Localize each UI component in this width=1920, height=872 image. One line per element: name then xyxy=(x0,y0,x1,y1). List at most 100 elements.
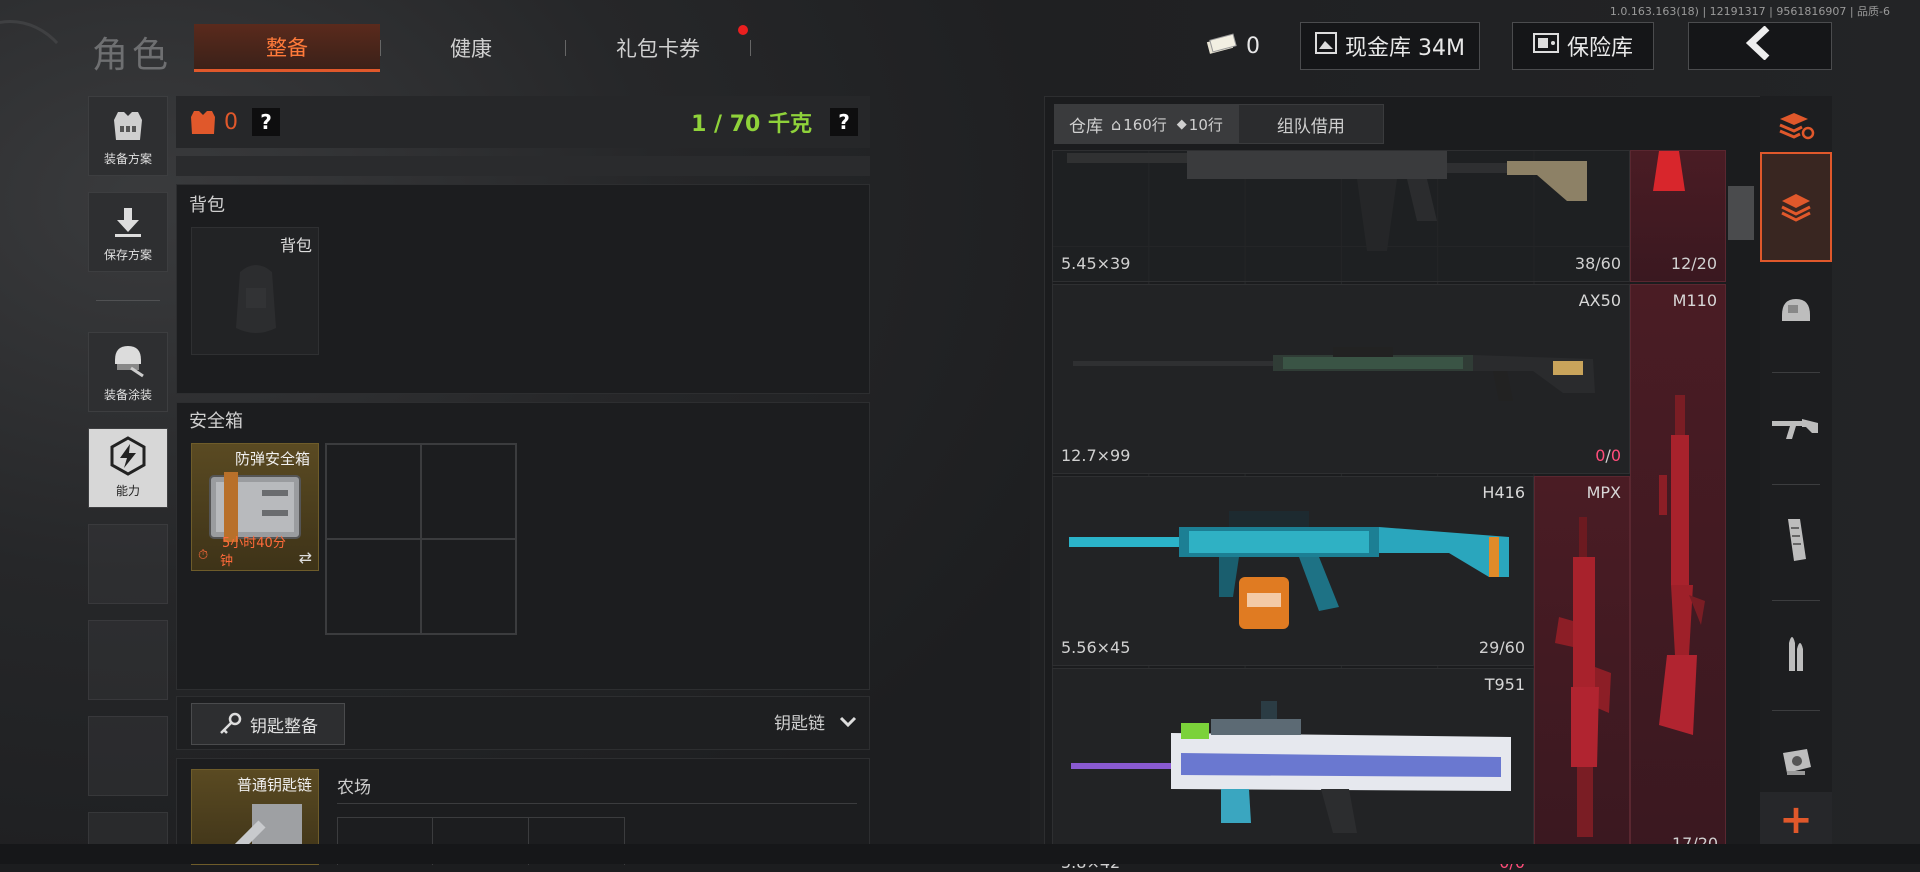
sort-button[interactable] xyxy=(1760,96,1832,154)
sidebar-item-ability[interactable]: 能力 xyxy=(88,428,168,508)
category-rifle[interactable] xyxy=(1760,388,1832,468)
item-ammo-loaded: 0 xyxy=(1595,446,1606,465)
notification-dot xyxy=(738,25,748,35)
key-equip-label: 钥匙整备 xyxy=(250,716,318,737)
sidebar-empty-slot xyxy=(88,620,168,700)
assault-rifle-icon xyxy=(1069,511,1509,629)
armor-value: 0 xyxy=(224,109,238,135)
item-ammo-count: 0/0 xyxy=(1595,446,1621,465)
sniper-rifle-icon xyxy=(1073,347,1595,401)
ticket-icon: ◆ xyxy=(1176,116,1187,132)
safebox-grid-cell[interactable] xyxy=(326,539,421,634)
safebox-grid-cell[interactable] xyxy=(421,444,516,539)
layers-refresh-icon xyxy=(1779,113,1815,140)
sidebar-item-paint[interactable]: 装备涂装 xyxy=(88,332,168,412)
rifle-icon xyxy=(1772,419,1818,439)
tab-divider xyxy=(750,40,751,56)
warehouse-rows-secondary: 10行 xyxy=(1188,115,1223,134)
safebox-grid-cell[interactable] xyxy=(326,444,421,539)
warehouse-tabs: 仓库 ⌂ 160行 ◆ 10行 组队借用 xyxy=(1054,104,1384,144)
item-name: M110 xyxy=(1672,291,1717,310)
item-name: AX50 xyxy=(1578,291,1621,310)
ammo-icon xyxy=(1789,637,1803,671)
item-ammo-capacity: 0 xyxy=(1610,446,1621,465)
item-name: MPX xyxy=(1586,483,1621,502)
safebox-grid xyxy=(325,443,517,635)
warehouse-item-h416[interactable]: H416 5.56×45 29/60 xyxy=(1052,476,1534,666)
tab-equip[interactable]: 整备 xyxy=(194,24,380,72)
warehouse-rows-main: 160行 xyxy=(1123,115,1167,134)
sidebar-item-label: 装备涂装 xyxy=(103,388,152,402)
loadout-header: 0 ? 1 / 70 千克 ? xyxy=(176,96,870,148)
keychain-dropdown[interactable]: 钥匙链 xyxy=(774,709,857,734)
sidebar-item-save-plan[interactable]: 保存方案 xyxy=(88,192,168,272)
tab-team-borrow[interactable]: 组队借用 xyxy=(1237,104,1384,144)
currency-value: 0 xyxy=(1246,33,1260,59)
warehouse-scrollbar[interactable] xyxy=(1728,186,1754,240)
armor-icon xyxy=(191,111,215,134)
safebox-slot[interactable]: 防弹安全箱 5小时40分 ⏱ 钟 ⇄ xyxy=(191,443,319,571)
tab-gift-vouchers[interactable]: 礼包卡券 xyxy=(565,24,751,72)
vault-image-icon xyxy=(1315,32,1337,60)
sidebar-item-label: 保存方案 xyxy=(103,248,152,262)
tab-health[interactable]: 健康 xyxy=(378,24,564,72)
layers-icon xyxy=(1781,194,1811,222)
cash-vault-button[interactable]: 现金库 34M xyxy=(1300,22,1480,70)
tab-gift-label: 礼包卡券 xyxy=(616,37,700,61)
currency-display[interactable]: 0 xyxy=(1196,22,1270,70)
key-equip-button[interactable]: 钥匙整备 xyxy=(191,703,345,745)
warehouse-item[interactable]: 5.45×39 38/60 xyxy=(1052,150,1630,282)
sidebar-item-loadout-plan[interactable]: 装备方案 xyxy=(88,96,168,176)
armor-help-button[interactable]: ? xyxy=(252,108,280,136)
backpack-section: 背包 背包 xyxy=(176,184,870,394)
backpack-icon xyxy=(236,265,276,333)
bottom-bar xyxy=(0,844,1920,864)
category-helmet[interactable] xyxy=(1760,272,1832,352)
safebox-grid-cell[interactable] xyxy=(421,539,516,634)
backpack-slot-label: 背包 xyxy=(279,236,312,255)
cash-vault-label: 现金库 34M xyxy=(1345,36,1465,61)
category-divider xyxy=(1772,372,1820,373)
download-icon xyxy=(115,208,141,237)
backpack-section-title: 背包 xyxy=(189,195,225,216)
category-all[interactable] xyxy=(1760,152,1832,262)
category-divider xyxy=(1772,484,1820,485)
keychain-divider xyxy=(337,803,857,804)
category-ammo[interactable] xyxy=(1760,612,1832,692)
backpack-slot[interactable]: 背包 xyxy=(191,227,319,355)
helmet-icon xyxy=(1782,299,1810,321)
weight-help-button[interactable]: ? xyxy=(830,108,858,136)
sidebar-item-label: 能力 xyxy=(115,484,140,498)
item-name: T951 xyxy=(1484,675,1525,694)
safe-vault-button[interactable]: 保险库 xyxy=(1512,22,1654,70)
version-info: 1.0.163.163(18) | 12191317 | 9561816907 … xyxy=(1609,5,1890,18)
plus-icon: + xyxy=(1779,797,1813,843)
warehouse-item-mpx[interactable]: MPX xyxy=(1534,476,1630,864)
timer-icon: ⏱ xyxy=(198,548,209,563)
tab-warehouse[interactable]: 仓库 ⌂ 160行 ◆ 10行 xyxy=(1054,104,1238,144)
key-icon xyxy=(220,712,242,734)
keychain-map-name: 农场 xyxy=(337,778,371,798)
optic-sight-icon xyxy=(1783,749,1811,775)
warehouse-item-ax50[interactable]: AX50 12.7×99 0/0 xyxy=(1052,284,1630,474)
swap-icon[interactable]: ⇄ xyxy=(299,548,312,567)
back-button[interactable] xyxy=(1688,22,1832,70)
marksman-rifle-icon xyxy=(1659,395,1705,735)
add-category-button[interactable]: + xyxy=(1760,792,1832,848)
category-attachment[interactable] xyxy=(1760,722,1832,802)
keys-bar: 钥匙整备 钥匙链 xyxy=(176,696,870,750)
magazine-icon xyxy=(1788,519,1806,561)
item-ammo-count: 29/60 xyxy=(1478,638,1525,657)
warehouse-item-t951[interactable]: T951 5.8×42 0/0 xyxy=(1052,668,1534,872)
chevron-down-icon xyxy=(839,716,857,727)
warehouse-item-m110[interactable]: M110 xyxy=(1630,284,1726,864)
safe-icon xyxy=(1532,33,1559,59)
category-divider xyxy=(1772,710,1820,711)
safebox-timer: 5小时40分 xyxy=(222,536,286,551)
keychain-label: 钥匙链 xyxy=(774,714,825,734)
vest-icon xyxy=(114,112,142,140)
stock-icon xyxy=(1653,151,1685,191)
category-magazine[interactable] xyxy=(1760,500,1832,580)
warehouse-item-highlighted[interactable]: 12/20 xyxy=(1630,150,1726,282)
tab-health-label: 健康 xyxy=(450,37,492,61)
